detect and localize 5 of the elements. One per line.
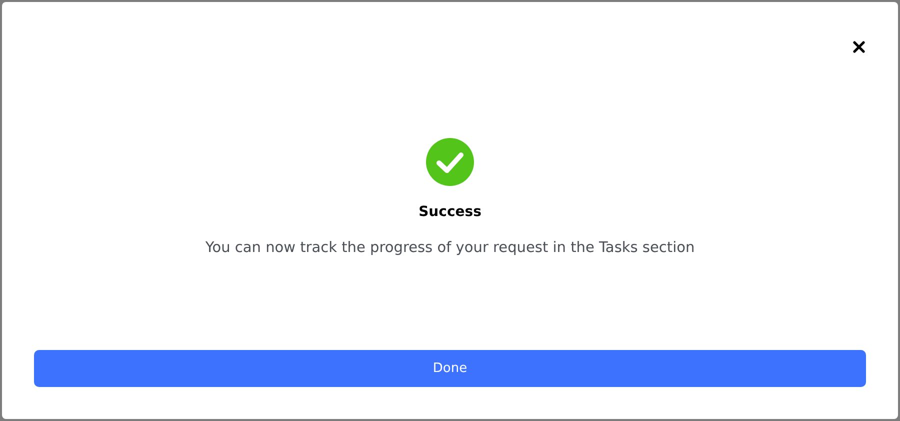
dialog-message: You can now track the progress of your request in the Tasks section	[205, 239, 695, 258]
success-check-icon	[426, 138, 474, 186]
dialog-title: Success	[418, 203, 482, 222]
done-button[interactable]: Done	[34, 350, 866, 387]
close-icon[interactable]	[852, 40, 866, 54]
